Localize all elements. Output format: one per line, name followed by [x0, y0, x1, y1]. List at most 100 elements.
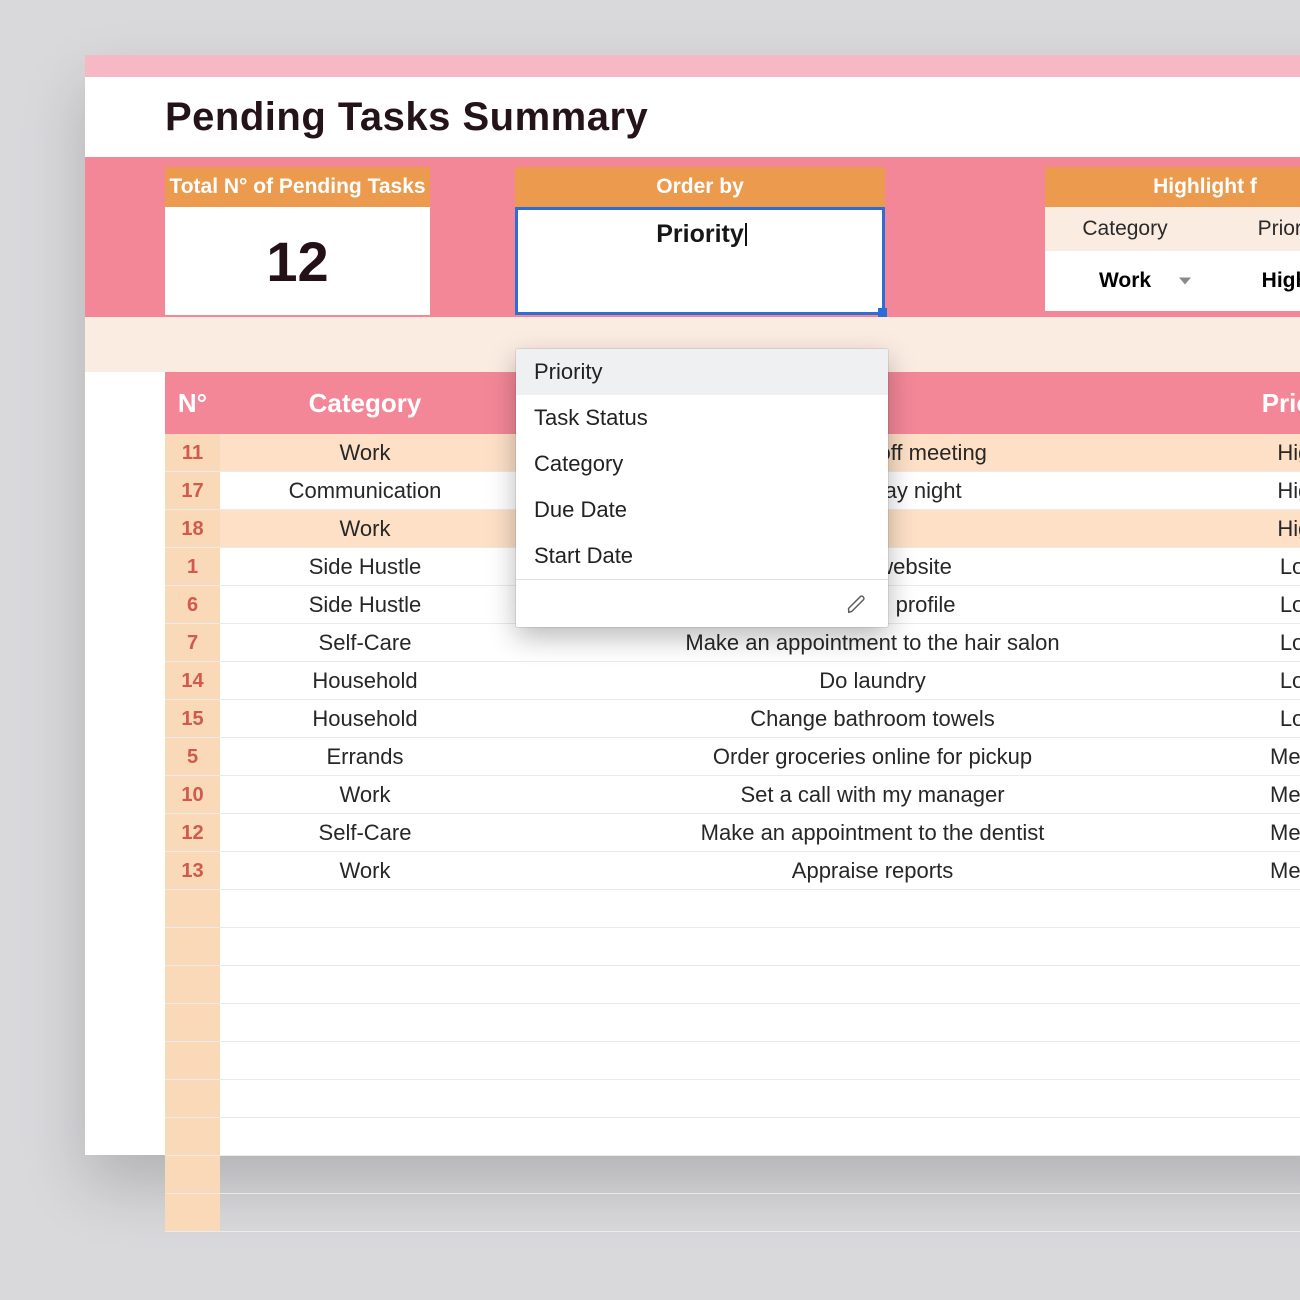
cell-number[interactable]: .	[165, 1080, 220, 1117]
table-row[interactable]: 5ErrandsOrder groceries online for picku…	[165, 738, 1300, 776]
cell-priority[interactable]	[1235, 1194, 1300, 1231]
cell-task[interactable]	[510, 1004, 1235, 1041]
cell-number[interactable]: .	[165, 966, 220, 1003]
cell-category[interactable]	[220, 1156, 510, 1193]
cell-task[interactable]: Make an appointment to the dentist	[510, 814, 1235, 851]
cell-priority[interactable]	[1235, 966, 1300, 1003]
table-row[interactable]: 14HouseholdDo laundryLow	[165, 662, 1300, 700]
table-row-empty[interactable]: .	[165, 966, 1300, 1004]
cell-task[interactable]	[510, 1194, 1235, 1231]
dropdown-option[interactable]: Priority	[516, 349, 888, 395]
cell-number[interactable]: .	[165, 928, 220, 965]
cell-category[interactable]	[220, 890, 510, 927]
cell-number[interactable]: 7	[165, 624, 220, 661]
cell-number[interactable]: 18	[165, 510, 220, 547]
highlight-category-select[interactable]: Work	[1045, 251, 1205, 311]
table-row[interactable]: 7Self-CareMake an appointment to the hai…	[165, 624, 1300, 662]
cell-category[interactable]: Work	[220, 852, 510, 889]
cell-category[interactable]: Work	[220, 776, 510, 813]
cell-task[interactable]	[510, 1042, 1235, 1079]
cell-priority[interactable]	[1235, 890, 1300, 927]
cell-number[interactable]: .	[165, 1118, 220, 1155]
cell-number[interactable]: 15	[165, 700, 220, 737]
cell-category[interactable]: Household	[220, 700, 510, 737]
dropdown-option[interactable]: Category	[516, 441, 888, 487]
table-row-empty[interactable]: .	[165, 1118, 1300, 1156]
cell-number[interactable]: .	[165, 1004, 220, 1041]
cell-category[interactable]	[220, 1118, 510, 1155]
cell-priority[interactable]: Low	[1235, 624, 1300, 661]
cell-category[interactable]: Self-Care	[220, 814, 510, 851]
cell-priority[interactable]: Low	[1235, 586, 1300, 623]
cell-task[interactable]: Appraise reports	[510, 852, 1235, 889]
cell-task[interactable]: Make an appointment to the hair salon	[510, 624, 1235, 661]
cell-category[interactable]	[220, 928, 510, 965]
cell-number[interactable]: 5	[165, 738, 220, 775]
table-row-empty[interactable]: .	[165, 1194, 1300, 1232]
cell-number[interactable]: 17	[165, 472, 220, 509]
cell-category[interactable]: Work	[220, 510, 510, 547]
cell-category[interactable]: Self-Care	[220, 624, 510, 661]
cell-number[interactable]: 1	[165, 548, 220, 585]
table-row-empty[interactable]: .	[165, 1080, 1300, 1118]
cell-number[interactable]: .	[165, 890, 220, 927]
cell-task[interactable]: Order groceries online for pickup	[510, 738, 1235, 775]
cell-number[interactable]: 6	[165, 586, 220, 623]
col-header-priority[interactable]: Priorit	[1235, 372, 1300, 434]
table-row-empty[interactable]: .	[165, 928, 1300, 966]
cell-number[interactable]: .	[165, 1042, 220, 1079]
cell-category[interactable]	[220, 966, 510, 1003]
cell-number[interactable]: .	[165, 1156, 220, 1193]
cell-category[interactable]: Work	[220, 434, 510, 471]
cell-category[interactable]	[220, 1042, 510, 1079]
cell-priority[interactable]: Mediu	[1235, 852, 1300, 889]
table-row-empty[interactable]: .	[165, 1042, 1300, 1080]
dropdown-option[interactable]: Due Date	[516, 487, 888, 533]
pencil-icon[interactable]	[846, 593, 868, 615]
cell-category[interactable]: Side Hustle	[220, 548, 510, 585]
cell-task[interactable]	[510, 966, 1235, 1003]
highlight-priority-select[interactable]: High	[1205, 251, 1300, 311]
table-row[interactable]: 15HouseholdChange bathroom towelsLow	[165, 700, 1300, 738]
cell-number[interactable]: 13	[165, 852, 220, 889]
cell-priority[interactable]: High	[1235, 472, 1300, 509]
cell-number[interactable]: 10	[165, 776, 220, 813]
cell-number[interactable]: 14	[165, 662, 220, 699]
cell-priority[interactable]	[1235, 1042, 1300, 1079]
cell-task[interactable]: Change bathroom towels	[510, 700, 1235, 737]
table-row[interactable]: 13WorkAppraise reportsMediu	[165, 852, 1300, 890]
table-row[interactable]: 12Self-CareMake an appointment to the de…	[165, 814, 1300, 852]
cell-task[interactable]	[510, 928, 1235, 965]
dropdown-option[interactable]: Start Date	[516, 533, 888, 579]
cell-priority[interactable]	[1235, 1004, 1300, 1041]
cell-resize-handle[interactable]	[878, 308, 887, 317]
table-row-empty[interactable]: .	[165, 1156, 1300, 1194]
cell-priority[interactable]: Mediu	[1235, 776, 1300, 813]
table-row-empty[interactable]: .	[165, 890, 1300, 928]
cell-priority[interactable]	[1235, 1156, 1300, 1193]
cell-priority[interactable]: Mediu	[1235, 738, 1300, 775]
col-header-category[interactable]: Category	[220, 372, 510, 434]
cell-priority[interactable]	[1235, 1080, 1300, 1117]
cell-task[interactable]: Do laundry	[510, 662, 1235, 699]
table-row[interactable]: 10WorkSet a call with my managerMediu	[165, 776, 1300, 814]
cell-priority[interactable]: High	[1235, 434, 1300, 471]
cell-priority[interactable]: Mediu	[1235, 814, 1300, 851]
order-by-cell[interactable]: Priority	[515, 207, 885, 315]
cell-category[interactable]	[220, 1194, 510, 1231]
cell-priority[interactable]: Low	[1235, 700, 1300, 737]
cell-category[interactable]	[220, 1004, 510, 1041]
cell-priority[interactable]	[1235, 928, 1300, 965]
cell-task[interactable]	[510, 890, 1235, 927]
col-header-number[interactable]: N°	[165, 372, 220, 434]
cell-number[interactable]: .	[165, 1194, 220, 1231]
cell-category[interactable]: Communication	[220, 472, 510, 509]
cell-priority[interactable]: Low	[1235, 662, 1300, 699]
table-row-empty[interactable]: .	[165, 1004, 1300, 1042]
cell-priority[interactable]	[1235, 1118, 1300, 1155]
cell-category[interactable]	[220, 1080, 510, 1117]
cell-category[interactable]: Errands	[220, 738, 510, 775]
dropdown-option[interactable]: Task Status	[516, 395, 888, 441]
cell-category[interactable]: Side Hustle	[220, 586, 510, 623]
cell-task[interactable]	[510, 1080, 1235, 1117]
